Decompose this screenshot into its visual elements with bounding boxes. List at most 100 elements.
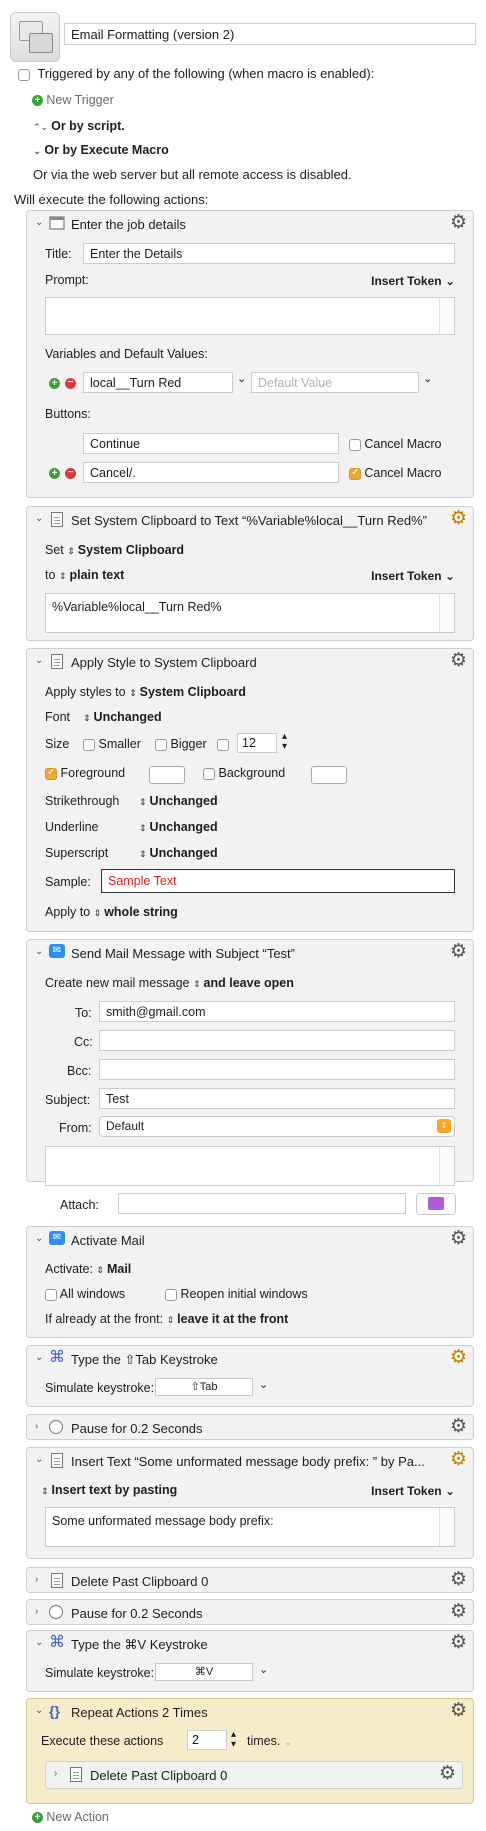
remove-button-button[interactable]: − bbox=[65, 466, 76, 480]
action-send-mail[interactable]: ⌄ ✉ Send Mail Message with Subject “Test… bbox=[26, 939, 474, 1186]
action-title[interactable]: Type the ⌘V Keystroke bbox=[71, 1637, 441, 1653]
chevron-down-icon[interactable]: ⌄ bbox=[35, 1637, 43, 1648]
stepper-icon[interactable]: ▴ ▾ bbox=[282, 732, 287, 752]
to-input[interactable]: smith@gmail.com bbox=[99, 1001, 455, 1022]
size-checkbox[interactable] bbox=[217, 737, 229, 751]
action-title[interactable]: Pause for 0.2 Seconds bbox=[71, 1421, 441, 1436]
attach-button[interactable] bbox=[416, 1193, 456, 1215]
gear-icon[interactable]: ⚙ bbox=[439, 1764, 456, 1784]
chevron-down-icon[interactable]: ⌄ bbox=[35, 1233, 43, 1244]
action-title[interactable]: Delete Past Clipboard 0 bbox=[71, 1574, 441, 1589]
action-title[interactable]: Enter the job details bbox=[71, 217, 441, 232]
chevron-down-icon[interactable]: ⌄ bbox=[259, 1378, 268, 1391]
scrollbar[interactable] bbox=[439, 298, 454, 334]
chevron-right-icon[interactable]: › bbox=[35, 1421, 38, 1432]
insert-token-menu[interactable]: Insert Token ⌄ bbox=[371, 274, 455, 288]
superscript-popup[interactable]: ⇕ Unchanged bbox=[139, 846, 218, 860]
text-type-popup[interactable]: ⇕ plain text bbox=[59, 568, 124, 582]
gear-icon[interactable]: ⚙ bbox=[450, 651, 467, 671]
chevron-right-icon[interactable]: › bbox=[35, 1574, 38, 1585]
background-color-well[interactable] bbox=[311, 766, 347, 784]
background-checkbox[interactable]: Background bbox=[203, 766, 285, 780]
remove-variable-button[interactable]: − bbox=[65, 376, 76, 390]
scrollbar[interactable] bbox=[439, 594, 454, 632]
chevron-down-icon[interactable]: ⌄ bbox=[259, 1663, 268, 1676]
smaller-checkbox[interactable]: Smaller bbox=[83, 737, 141, 751]
action-apply-style[interactable]: ⌄ Apply Style to System Clipboard ⚙ Appl… bbox=[26, 648, 474, 932]
action-type-cmd-v[interactable]: ⌄ ⌘ Type the ⌘V Keystroke ⚙ Simulate key… bbox=[26, 1630, 474, 1692]
gear-icon[interactable]: ⚙ bbox=[450, 1602, 467, 1622]
keystroke-field[interactable]: ⇧Tab bbox=[155, 1378, 253, 1396]
macro-icon[interactable] bbox=[10, 12, 60, 62]
action-title[interactable]: Repeat Actions 2 Times bbox=[71, 1705, 441, 1720]
underline-popup[interactable]: ⇕ Unchanged bbox=[139, 820, 218, 834]
apply-styles-popup[interactable]: ⇕ System Clipboard bbox=[129, 685, 246, 699]
chevron-down-icon[interactable]: ⌄ bbox=[423, 372, 432, 385]
gear-icon[interactable]: ⚙ bbox=[450, 1701, 467, 1721]
gear-icon[interactable]: ⚙ bbox=[450, 509, 467, 529]
action-type-shift-tab[interactable]: ⌄ ⌘ Type the ⇧Tab Keystroke ⚙ Simulate k… bbox=[26, 1345, 474, 1407]
checkbox[interactable] bbox=[217, 738, 229, 751]
gear-icon[interactable]: ⚙ bbox=[450, 1570, 467, 1590]
variable-name-input[interactable]: local__Turn Red bbox=[83, 372, 233, 393]
title-input[interactable]: Enter the Details bbox=[83, 243, 455, 264]
action-title[interactable]: Insert Text “Some unformated message bod… bbox=[71, 1454, 441, 1469]
checkbox[interactable] bbox=[165, 1288, 177, 1301]
from-popup[interactable]: Default ⇕ bbox=[99, 1116, 455, 1137]
gear-icon[interactable]: ⚙ bbox=[450, 942, 467, 962]
action-repeat[interactable]: ⌄ {} Repeat Actions 2 Times ⚙ Execute th… bbox=[26, 1698, 474, 1804]
chevron-down-icon[interactable]: ⌄ bbox=[35, 946, 43, 957]
action-title[interactable]: Set System Clipboard to Text “%Variable%… bbox=[71, 513, 441, 528]
front-popup[interactable]: ⇕ leave it at the front bbox=[167, 1312, 289, 1326]
chevron-down-icon[interactable]: ⌄ bbox=[35, 513, 43, 524]
gear-icon[interactable]: ⚙ bbox=[450, 1450, 467, 1470]
action-activate-mail[interactable]: ⌄ ✉ Activate Mail ⚙ Activate: ⇕ Mail All … bbox=[26, 1226, 474, 1338]
macro-name-field[interactable]: Email Formatting (version 2) bbox=[64, 23, 476, 45]
gear-icon[interactable]: ⚙ bbox=[450, 1633, 467, 1653]
gear-icon[interactable]: ⚙ bbox=[450, 1229, 467, 1249]
new-action-button[interactable]: + New Action bbox=[32, 1810, 109, 1824]
action-pause-1[interactable]: › Pause for 0.2 Seconds ⚙ bbox=[26, 1414, 474, 1440]
scrollbar[interactable] bbox=[439, 1508, 454, 1546]
action-enter-job-details[interactable]: ⌄ Enter the job details ⚙ Title: Enter t… bbox=[26, 210, 474, 498]
chevron-down-icon[interactable]: ⌄ bbox=[35, 1352, 43, 1363]
reopen-windows-checkbox[interactable]: Reopen initial windows bbox=[165, 1287, 308, 1301]
insert-mode-popup[interactable]: ⇕ Insert text by pasting bbox=[41, 1483, 177, 1497]
action-pause-2[interactable]: › Pause for 0.2 Seconds ⚙ bbox=[26, 1599, 474, 1625]
chevron-down-icon[interactable]: ⌄ bbox=[35, 217, 43, 228]
clipboard-popup[interactable]: ⇕ System Clipboard bbox=[67, 543, 184, 557]
trigger-checkbox[interactable] bbox=[18, 68, 30, 81]
foreground-checkbox[interactable]: Foreground bbox=[45, 766, 125, 780]
cc-input[interactable] bbox=[99, 1030, 455, 1051]
chevron-right-icon[interactable]: › bbox=[54, 1768, 57, 1779]
chevron-down-icon[interactable]: ⌄ bbox=[35, 1454, 43, 1465]
checkbox[interactable] bbox=[349, 467, 361, 480]
action-title[interactable]: Send Mail Message with Subject “Test” bbox=[71, 946, 441, 961]
chevron-right-icon[interactable]: › bbox=[35, 1606, 38, 1617]
checkbox[interactable] bbox=[45, 1288, 57, 1301]
checkbox[interactable] bbox=[349, 438, 361, 451]
cancel-macro-checkbox-2[interactable]: Cancel Macro bbox=[349, 466, 441, 480]
action-set-clipboard[interactable]: ⌄ Set System Clipboard to Text “%Variabl… bbox=[26, 506, 474, 641]
action-title[interactable]: Pause for 0.2 Seconds bbox=[71, 1606, 441, 1621]
gear-icon[interactable]: ⚙ bbox=[450, 1417, 467, 1437]
add-variable-button[interactable]: + bbox=[49, 376, 60, 390]
clipboard-text-area[interactable]: %Variable%local__Turn Red% bbox=[45, 593, 455, 633]
gear-icon[interactable]: ⚙ bbox=[450, 1348, 467, 1368]
app-popup[interactable]: ⇕ Mail bbox=[96, 1262, 131, 1276]
checkbox[interactable] bbox=[83, 738, 95, 751]
add-button-button[interactable]: + bbox=[49, 466, 60, 480]
button2-input[interactable]: Cancel/. bbox=[83, 462, 339, 483]
message-body-area[interactable] bbox=[45, 1146, 455, 1186]
leave-open-popup[interactable]: ⇕ and leave open bbox=[193, 976, 294, 990]
chevron-down-icon[interactable]: ⌄ bbox=[284, 1737, 292, 1748]
gear-icon[interactable]: ⚙ bbox=[450, 213, 467, 233]
size-input[interactable]: 12 bbox=[237, 733, 277, 753]
insert-token-menu[interactable]: Insert Token ⌄ bbox=[371, 1484, 455, 1498]
nested-action-delete-clipboard[interactable]: › Delete Past Clipboard 0 ⚙ bbox=[45, 1761, 463, 1789]
insert-text-area[interactable]: Some unformated message body prefix: bbox=[45, 1507, 455, 1547]
bcc-input[interactable] bbox=[99, 1059, 455, 1080]
action-title[interactable]: Type the ⇧Tab Keystroke bbox=[71, 1352, 441, 1368]
checkbox[interactable] bbox=[45, 767, 57, 780]
prompt-textarea[interactable] bbox=[45, 297, 455, 335]
